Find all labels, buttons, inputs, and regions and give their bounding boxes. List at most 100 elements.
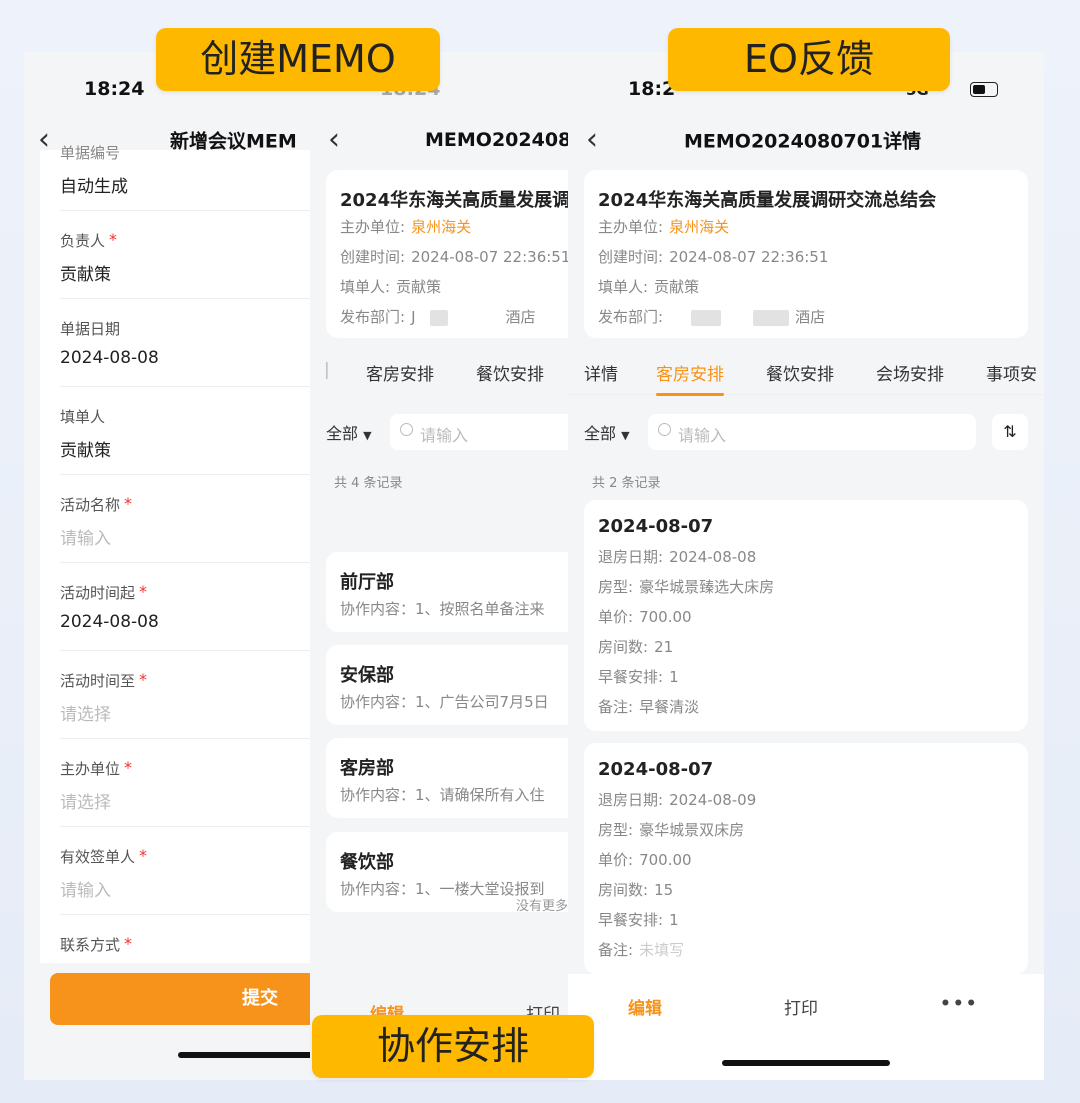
required-marker: * <box>124 934 132 953</box>
home-indicator <box>178 1052 324 1058</box>
card-detail: 协作内容：1、广告公司7月5日 <box>340 693 549 711</box>
created-row: 创建时间: 2024-08-07 22:36:51 <box>598 248 829 266</box>
organizer-row: 主办单位: 泉州海关 <box>598 218 730 236</box>
field-placeholder[interactable]: 请选择 <box>60 788 111 813</box>
search-placeholder: 请输入 <box>420 426 469 445</box>
search-input[interactable]: 请输入 <box>390 414 568 450</box>
form-field[interactable]: 填单人 贡献策 <box>60 387 324 475</box>
record-key: 备注: <box>598 698 634 716</box>
record-row: 早餐安排: 1 <box>598 666 679 687</box>
submit-bar: 提交 <box>24 963 324 1080</box>
collab-card[interactable]: 客房部 协作内容：1、请确保所有入住 <box>326 738 568 818</box>
page-title: MEMO202408 <box>425 129 568 151</box>
record-key: 单价: <box>598 608 634 626</box>
record-count: 共 4 条记录 <box>334 476 403 491</box>
phone-collab: 18:24 ‹ MEMO202408 2024华东海关高质量发展调研交流总结会 … <box>310 52 568 1080</box>
tab-rooms[interactable]: 客房安排 <box>656 360 724 396</box>
record-key: 房间数: <box>598 638 649 656</box>
tab-details[interactable]: 详情 <box>584 360 618 385</box>
field-placeholder[interactable]: 请输入 <box>60 876 111 901</box>
record-value: 2024-08-09 <box>669 791 757 809</box>
phone-eo-feedback: 18:2 5G ‹ MEMO2024080701详情 2024华东海关高质量发展… <box>568 52 1044 1080</box>
record-value: 豪华城景臻选大床房 <box>639 578 775 596</box>
submit-button[interactable]: 提交 <box>50 973 324 1025</box>
print-button[interactable]: 打印 <box>784 994 818 1019</box>
record-row: 房型: 豪华城景臻选大床房 <box>598 576 774 597</box>
collab-card[interactable]: 安保部协作内容：1、广告公司7月5日 <box>326 645 568 725</box>
tab-matters[interactable]: 事项安 <box>986 360 1037 385</box>
label-eo-feedback: EO反馈 <box>668 28 950 91</box>
record-value: 700.00 <box>639 851 692 869</box>
field-placeholder[interactable]: 请选择 <box>60 700 111 725</box>
field-placeholder[interactable]: 请输入 <box>60 524 111 549</box>
card-detail: 协作内容：1、按照名单备注来 <box>340 600 545 618</box>
card-title: 安保部 <box>340 665 394 686</box>
filter-all-dropdown[interactable]: 全部 ▼ <box>584 420 630 444</box>
event-info-card: 2024华东海关高质量发展调研交流总结会 主办单位:泉州海关 创建时间:2024… <box>584 170 1028 338</box>
record-key: 退房日期: <box>598 548 664 566</box>
tab-partial[interactable]: | <box>324 360 330 380</box>
tab-dining[interactable]: 餐饮安排 <box>766 360 834 385</box>
form-field[interactable]: 主办单位 * 请选择 <box>60 739 324 827</box>
card-detail: 协作内容：1、一楼大堂设报到 <box>340 880 545 898</box>
record-value: 15 <box>654 881 674 899</box>
edit-button[interactable]: 编辑 <box>628 994 662 1019</box>
field-value[interactable]: 自动生成 <box>60 172 128 197</box>
record-key: 单价: <box>598 851 634 869</box>
no-more-text: 没有更多 <box>515 899 568 914</box>
back-chevron-icon[interactable]: ‹ <box>328 125 340 155</box>
form-field[interactable]: 有效签单人 * 请输入 <box>60 827 324 915</box>
record-value: 2024-08-08 <box>669 548 757 566</box>
form-field[interactable]: 单据日期 2024-08-08 <box>60 299 324 387</box>
redacted-block <box>691 309 722 326</box>
tab-rooms[interactable]: 客房安排 <box>366 360 434 385</box>
field-value[interactable]: 贡献策 <box>60 260 111 285</box>
record-row: 备注: 早餐清淡 <box>598 696 699 717</box>
tab-dining[interactable]: 餐饮安排 <box>476 360 544 385</box>
record-key: 房型: <box>598 578 634 596</box>
phone-create-memo: 18:24 ‹ 新增会议MEM 单据编号 自动生成 负责人 * 贡献策 单据日期 2024-… <box>24 52 324 1080</box>
record-value: 1 <box>669 668 679 686</box>
card-title: 客房部 <box>340 758 394 779</box>
filter-row: 全部 ▼ 请输入 ⇅ <box>568 410 1044 450</box>
search-icon <box>658 423 671 436</box>
form-field[interactable]: 单据编号 自动生成 <box>60 144 324 211</box>
search-placeholder: 请输入 <box>678 426 727 445</box>
filler-row: 填单人: 贡献策 <box>340 278 442 296</box>
form-field[interactable]: 活动时间至 * 请选择 <box>60 651 324 739</box>
collab-card[interactable]: 前厅部 协作内容：1、按照名单备注来 <box>326 552 568 632</box>
record-row: 单价: 700.00 <box>598 606 692 627</box>
room-record-card[interactable]: 2024-08-07 退房日期: 2024-08-08 房型: 豪华城景臻选大床房 单价:… <box>584 500 1028 731</box>
redacted-block <box>429 309 448 326</box>
form-field[interactable]: 负责人 * 贡献策 <box>60 211 324 299</box>
form-field[interactable]: 活动名称 * 请输入 <box>60 475 324 563</box>
room-record-card[interactable]: 2024-08-07 退房日期: 2024-08-09 房型: 豪华城景双床房 单价: 70… <box>584 743 1028 974</box>
field-label: 主办单位 <box>60 760 121 778</box>
field-label: 有效签单人 <box>60 848 136 866</box>
search-input[interactable]: 请输入 <box>648 414 976 450</box>
record-key: 房间数: <box>598 881 649 899</box>
record-value: 21 <box>654 638 674 656</box>
back-chevron-icon[interactable]: ‹ <box>586 125 598 155</box>
field-label: 填单人 <box>60 408 106 426</box>
field-label: 活动时间至 <box>60 672 136 690</box>
card-title: 餐饮部 <box>340 852 394 873</box>
sort-icon[interactable]: ⇅ <box>992 414 1028 450</box>
record-value: 豪华城景双床房 <box>639 821 745 839</box>
record-date: 2024-08-07 <box>598 759 714 780</box>
field-label: 活动时间起 <box>60 584 136 602</box>
record-row: 早餐安排: 1 <box>598 909 679 930</box>
dept-row: 发布部门: J 酒店 <box>340 308 536 326</box>
required-marker: * <box>139 670 147 689</box>
field-value[interactable]: 2024-08-08 <box>60 348 159 368</box>
filter-all-dropdown[interactable]: 全部 ▼ <box>326 420 372 444</box>
tab-bar: | 客房安排 餐饮安排 <box>310 352 568 394</box>
organizer-row: 主办单位: 泉州海关 <box>340 218 472 236</box>
field-value[interactable]: 贡献策 <box>60 436 111 461</box>
more-icon[interactable]: ••• <box>940 994 979 1014</box>
form-field[interactable]: 活动时间起 * 2024-08-08 <box>60 563 324 651</box>
tab-venue[interactable]: 会场安排 <box>876 360 944 385</box>
record-value: 700.00 <box>639 608 692 626</box>
field-value[interactable]: 2024-08-08 <box>60 612 159 632</box>
record-row: 单价: 700.00 <box>598 849 692 870</box>
